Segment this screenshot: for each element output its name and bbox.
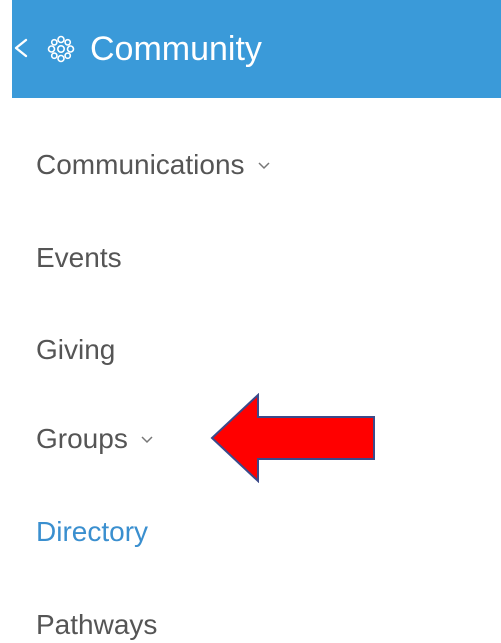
community-gears-icon bbox=[47, 35, 75, 63]
nav-item-label: Communications bbox=[36, 149, 245, 180]
nav-item-groups[interactable]: Groups bbox=[36, 422, 154, 456]
nav-item-giving[interactable]: Giving bbox=[36, 333, 115, 367]
header-title: Community bbox=[90, 30, 262, 68]
nav-item-communications[interactable]: Communications bbox=[36, 148, 271, 182]
chevron-left-icon[interactable] bbox=[12, 36, 30, 60]
nav-item-directory[interactable]: Directory bbox=[36, 515, 148, 549]
chevron-down-icon[interactable] bbox=[140, 435, 154, 445]
community-header[interactable]: Community bbox=[12, 0, 501, 98]
nav-item-label: Groups bbox=[36, 423, 128, 454]
nav-item-events[interactable]: Events bbox=[36, 241, 122, 275]
chevron-down-icon[interactable] bbox=[257, 161, 271, 171]
nav-item-label: Directory bbox=[36, 516, 149, 547]
nav-item-label: Pathways bbox=[36, 609, 158, 640]
nav-item-pathways[interactable]: Pathways bbox=[36, 608, 157, 642]
nav-item-label: Events bbox=[36, 242, 122, 273]
red-left-arrow-icon bbox=[210, 393, 375, 483]
community-menu-page: Community Communications Events Giving G… bbox=[0, 0, 501, 643]
nav-item-label: Giving bbox=[36, 334, 116, 365]
